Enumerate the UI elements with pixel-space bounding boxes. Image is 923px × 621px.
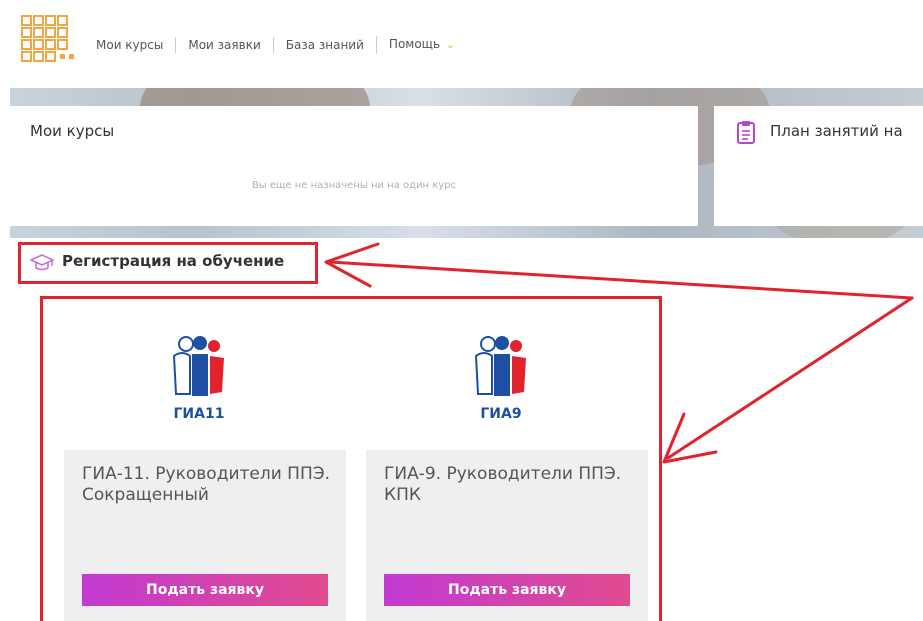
nav-knowledge-base[interactable]: База знаний bbox=[272, 37, 376, 53]
arrow-to-registration bbox=[328, 260, 914, 300]
chevron-down-icon: ⌄ bbox=[446, 40, 455, 51]
course-card-gia9: ГИА-9. Руководители ППЭ. КПК Подать заяв… bbox=[366, 450, 648, 621]
top-header: Мои курсы Мои заявки База знаний Помощь ⌄ bbox=[0, 0, 923, 88]
lesson-plan-card: План занятий на bbox=[714, 106, 923, 226]
my-courses-title: Мои курсы bbox=[30, 122, 115, 140]
arrow-to-courses bbox=[666, 296, 914, 460]
gia11-logo: ГИА11 bbox=[172, 336, 225, 422]
nav-help[interactable]: Помощь ⌄ bbox=[375, 36, 467, 54]
course-card-gia11: ГИА-11. Руководители ППЭ. Сокращенный По… bbox=[64, 450, 346, 621]
graduation-cap-icon bbox=[30, 254, 54, 271]
my-courses-card: Мои курсы Вы еще не назначены ни на один… bbox=[10, 106, 698, 226]
nav-help-label: Помощь bbox=[388, 37, 441, 51]
apply-button-gia9[interactable]: Подать заявку bbox=[384, 574, 630, 606]
main-nav: Мои курсы Мои заявки База знаний Помощь ⌄ bbox=[96, 36, 466, 54]
apply-button-gia11[interactable]: Подать заявку bbox=[82, 574, 328, 606]
course-name: ГИА-9. Руководители ППЭ. КПК bbox=[384, 464, 622, 505]
course-name: ГИА-11. Руководители ППЭ. Сокращенный bbox=[82, 464, 331, 505]
nav-my-courses[interactable]: Мои курсы bbox=[96, 37, 175, 53]
arrowhead-registration bbox=[324, 242, 380, 288]
lesson-plan-title: План занятий на bbox=[770, 122, 903, 140]
site-logo-icon[interactable] bbox=[20, 14, 76, 70]
gia11-logo-text: ГИА11 bbox=[174, 406, 225, 422]
gia9-logo: ГИА9 bbox=[474, 336, 526, 422]
arrowhead-courses bbox=[662, 412, 718, 464]
empty-courses-message: Вы еще не назначены ни на один курс bbox=[251, 180, 457, 191]
gia9-logo-text: ГИА9 bbox=[480, 406, 521, 422]
registration-title: Регистрация на обучение bbox=[62, 252, 285, 270]
clipboard-icon bbox=[737, 121, 755, 144]
nav-my-applications[interactable]: Мои заявки bbox=[175, 37, 272, 53]
